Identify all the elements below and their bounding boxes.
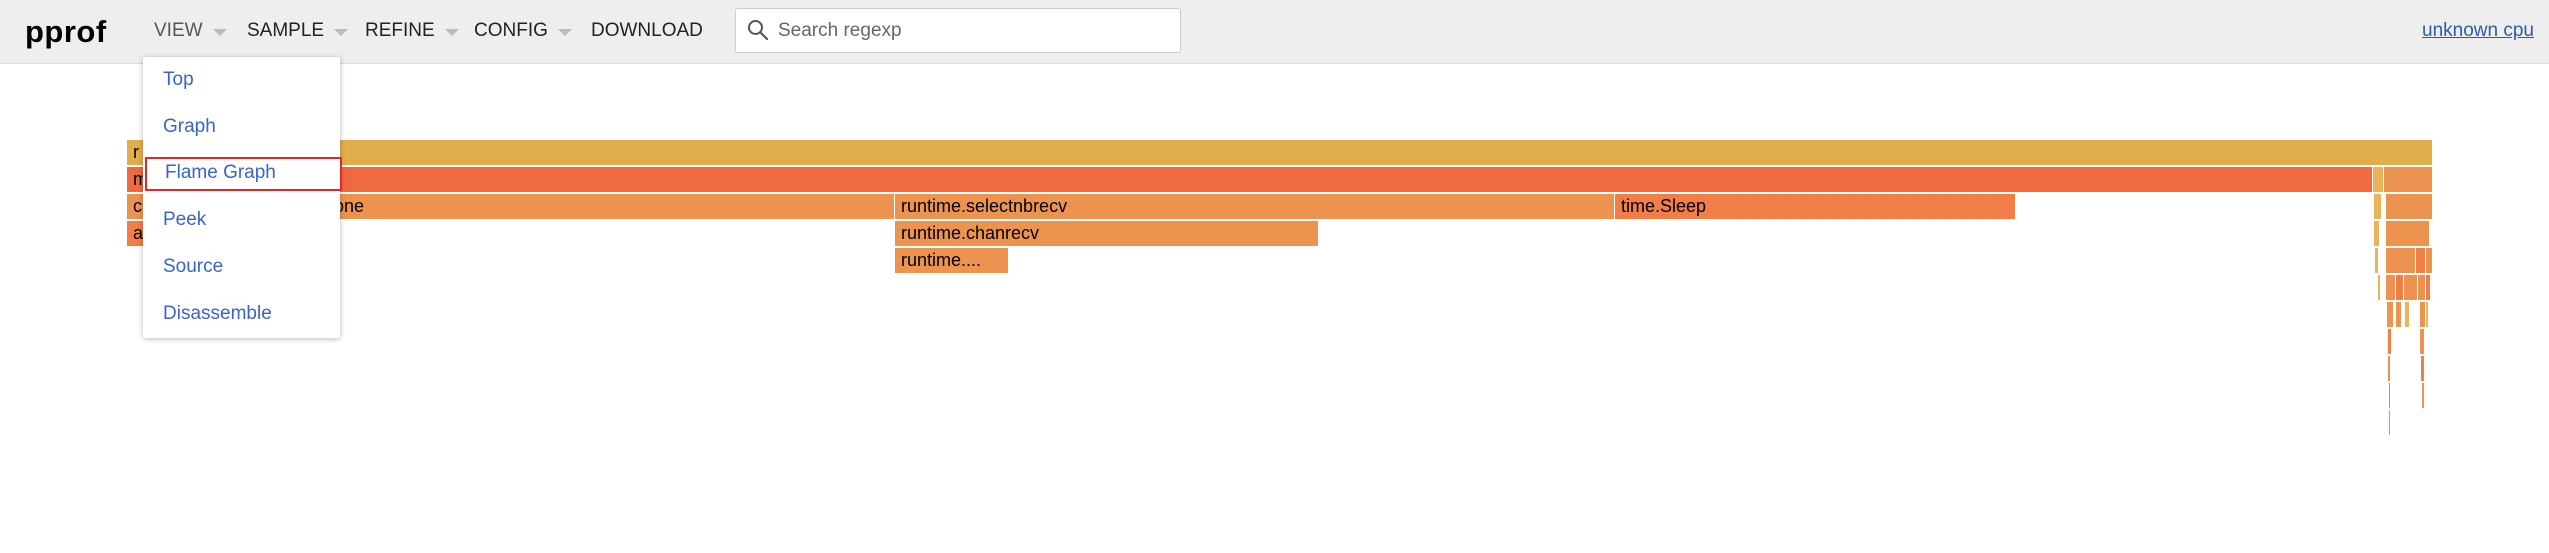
flame-frame-small[interactable] [2389,383,2391,408]
flame-frame-small[interactable] [2420,329,2425,354]
flame-frame-small[interactable] [2373,167,2384,192]
flame-frame-selectnbrecv[interactable]: runtime.selectnbrecv [895,194,1615,219]
flame-frame-time-sleep[interactable]: time.Sleep [1615,194,2016,219]
flame-frame-small[interactable] [2418,275,2426,300]
menu-item-disassemble[interactable]: Disassemble [163,303,272,325]
flame-frame-small[interactable] [2374,194,2382,219]
flame-frame-chanrecv[interactable]: runtime.chanrecv [895,221,1319,246]
flame-frame-small[interactable] [2386,275,2396,300]
menu-item-top[interactable]: Top [163,69,194,91]
flame-frame-small[interactable] [2386,248,2416,273]
flame-frame-small[interactable] [2421,356,2425,381]
flame-frame-small[interactable] [2386,194,2433,219]
menu-item-peek[interactable]: Peek [163,209,206,231]
flame-frame-runtime-truncated[interactable]: runtime.... [895,248,1009,273]
menu-item-graph[interactable]: Graph [163,116,216,138]
flame-frame-small[interactable] [2396,275,2404,300]
menu-item-source[interactable]: Source [163,256,223,278]
flame-frame-small[interactable] [2426,302,2429,327]
view-dropdown-menu: Top Graph Flame Graph Peek Source Disass… [143,57,342,338]
flame-frame-small[interactable] [2374,221,2380,246]
menu-item-flame-graph[interactable]: Flame Graph [145,157,342,191]
flame-frame-small[interactable] [2389,410,2391,435]
flame-graph: r m c one runtime.selectnbrecv time.Slee… [0,0,2549,553]
flame-frame-small[interactable] [2384,167,2433,192]
flame-frame-small[interactable] [2416,248,2426,273]
flame-frame-small[interactable] [2390,437,2391,462]
flame-frame-small[interactable] [2405,302,2410,327]
flame-frame-small[interactable] [2378,275,2381,300]
flame-frame-small[interactable] [2426,248,2433,273]
flame-frame-root[interactable]: r [127,140,2433,165]
flame-frame-small[interactable] [2388,329,2392,354]
flame-frame-small[interactable] [2387,302,2394,327]
flame-frame-small[interactable] [2426,275,2431,300]
flame-frame-small[interactable] [2404,275,2418,300]
flame-frame-small[interactable] [2386,221,2430,246]
flame-frame-main[interactable]: m [127,167,2373,192]
flame-frame-small[interactable] [2422,383,2425,408]
flame-frame-small[interactable] [2388,356,2391,381]
flame-frame-small[interactable] [2375,248,2379,273]
flame-frame-small[interactable] [2396,302,2402,327]
